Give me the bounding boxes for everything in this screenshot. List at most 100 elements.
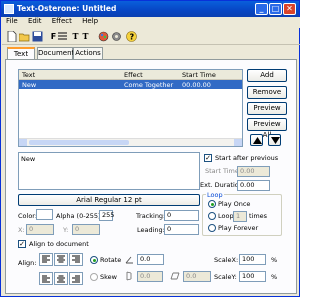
- scale-x-percent: %: [271, 256, 278, 264]
- leading-field[interactable]: 0: [164, 224, 199, 235]
- align-to-document-label: Align to document: [29, 240, 89, 248]
- tab-actions[interactable]: Actions: [73, 47, 103, 59]
- align-center-icon: [57, 275, 65, 283]
- align-left-icon: [42, 275, 50, 283]
- title-bar[interactable]: Text-Osterone: Untitled _ □ ✕: [1, 1, 299, 17]
- preview-button[interactable]: Preview: [247, 102, 287, 115]
- horizontal-scrollbar[interactable]: [19, 138, 242, 146]
- loop-label: Loop: [218, 212, 234, 220]
- align-bottom-center-button[interactable]: [54, 272, 68, 285]
- scroll-right-icon[interactable]: [234, 139, 242, 146]
- play-forever-radio[interactable]: [208, 224, 216, 232]
- align-bottom-right-button[interactable]: [69, 272, 83, 285]
- effect-list-icon[interactable]: [57, 31, 68, 42]
- y-field[interactable]: 0: [72, 224, 100, 235]
- col-effect[interactable]: Effect: [124, 71, 143, 79]
- skew-field-2[interactable]: 0.0: [183, 271, 211, 282]
- save-disk-icon[interactable]: [32, 31, 43, 42]
- move-up-button[interactable]: [250, 134, 263, 146]
- alpha-field[interactable]: 255: [99, 210, 114, 221]
- new-file-icon[interactable]: [6, 30, 17, 43]
- start-time-field[interactable]: 0.00: [237, 166, 270, 177]
- align-center-icon: [57, 255, 65, 263]
- skew-label: Skew: [100, 273, 117, 281]
- preview-all-button[interactable]: Preview All: [247, 118, 287, 139]
- align-right-icon: [72, 255, 80, 263]
- scale-y-label: ScaleY:: [214, 273, 237, 281]
- minimize-button[interactable]: _: [255, 3, 268, 15]
- text-panel: Text Effect Start Time New Come Together…: [5, 59, 297, 294]
- scale-x-field[interactable]: 100: [239, 254, 266, 265]
- color-swatch[interactable]: [36, 209, 53, 220]
- start-after-previous-label: Start after previous: [215, 154, 279, 162]
- text-content-field[interactable]: New: [18, 152, 200, 190]
- col-text[interactable]: Text: [22, 71, 35, 79]
- tracking-field[interactable]: 0: [164, 210, 199, 221]
- times-label: times: [249, 212, 268, 220]
- scroll-left-icon[interactable]: [19, 139, 27, 146]
- open-folder-icon[interactable]: [18, 31, 30, 42]
- arrow-down-icon: [271, 137, 280, 144]
- font-button[interactable]: Arial Regular 12 pt: [18, 194, 200, 206]
- align-top-right-button[interactable]: [69, 253, 83, 266]
- scale-y-percent: %: [271, 273, 278, 281]
- rotate-field[interactable]: 0.0: [137, 254, 164, 265]
- row-effect: Come Together: [124, 81, 174, 89]
- window-title: Text-Osterone: Untitled: [17, 4, 117, 13]
- loop-radio[interactable]: [208, 212, 216, 220]
- app-window: Text-Osterone: Untitled _ □ ✕ File Edit …: [0, 0, 300, 297]
- menu-effect[interactable]: Effect: [52, 17, 72, 25]
- angle-icon: [125, 256, 133, 264]
- align-right-icon: [72, 275, 80, 283]
- y-label: Y:: [63, 226, 69, 234]
- color-label: Color:: [18, 212, 38, 220]
- close-button[interactable]: ✕: [283, 3, 296, 15]
- menu-file[interactable]: File: [6, 17, 18, 25]
- align-bottom-left-button[interactable]: [39, 272, 53, 285]
- toolbar: F T T ?: [2, 29, 300, 45]
- align-left-icon: [42, 255, 50, 263]
- x-field[interactable]: 0: [26, 224, 54, 235]
- skew-horizontal-icon: [170, 272, 180, 280]
- add-button[interactable]: Add: [247, 69, 287, 82]
- app-icon: [4, 4, 14, 14]
- loop-times-field[interactable]: 1: [233, 211, 247, 222]
- remove-button[interactable]: Remove: [247, 86, 287, 99]
- settings-gear-icon[interactable]: [111, 31, 122, 42]
- list-row[interactable]: New Come Together 00.00.00: [19, 80, 242, 89]
- maximize-button[interactable]: □: [269, 3, 282, 15]
- align-label: Align:: [18, 259, 37, 267]
- start-time-label: Start Time:: [205, 167, 242, 175]
- col-start-time[interactable]: Start Time: [182, 71, 216, 79]
- play-forever-label: Play Forever: [218, 224, 259, 232]
- menu-bar: File Edit Effect Help: [2, 17, 300, 28]
- align-top-center-button[interactable]: [54, 253, 68, 266]
- align-to-document-checkbox[interactable]: ✓: [18, 240, 26, 248]
- color-palette-icon[interactable]: [98, 31, 109, 42]
- skew-field-1[interactable]: 0.0: [137, 271, 163, 282]
- alpha-label: Alpha (0-255):: [56, 212, 103, 220]
- row-text: New: [22, 81, 37, 89]
- rotate-label: Rotate: [100, 256, 122, 264]
- tracking-label: Tracking:: [136, 212, 166, 220]
- scale-y-field[interactable]: 100: [239, 271, 266, 282]
- align-top-left-button[interactable]: [39, 253, 53, 266]
- loop-group-title: Loop: [206, 191, 224, 199]
- help-icon[interactable]: ?: [126, 31, 137, 42]
- svg-text:?: ?: [130, 33, 135, 42]
- start-after-previous-checkbox[interactable]: ✓: [204, 154, 212, 162]
- text-format-icon[interactable]: T: [80, 31, 91, 42]
- text-list[interactable]: Text Effect Start Time New Come Together…: [18, 69, 243, 147]
- arrow-up-icon: [253, 137, 262, 144]
- tab-document[interactable]: Document: [37, 47, 74, 59]
- menu-edit[interactable]: Edit: [28, 17, 42, 25]
- scroll-thumb[interactable]: [29, 140, 129, 145]
- move-down-button[interactable]: [268, 134, 281, 146]
- play-once-label: Play Once: [218, 200, 251, 208]
- ext-duration-field[interactable]: 0.00: [237, 180, 270, 191]
- play-once-radio[interactable]: [208, 200, 216, 208]
- rotate-radio[interactable]: [90, 256, 98, 264]
- skew-radio[interactable]: [90, 273, 98, 281]
- menu-help[interactable]: Help: [82, 17, 98, 25]
- list-header: Text Effect Start Time: [19, 70, 242, 80]
